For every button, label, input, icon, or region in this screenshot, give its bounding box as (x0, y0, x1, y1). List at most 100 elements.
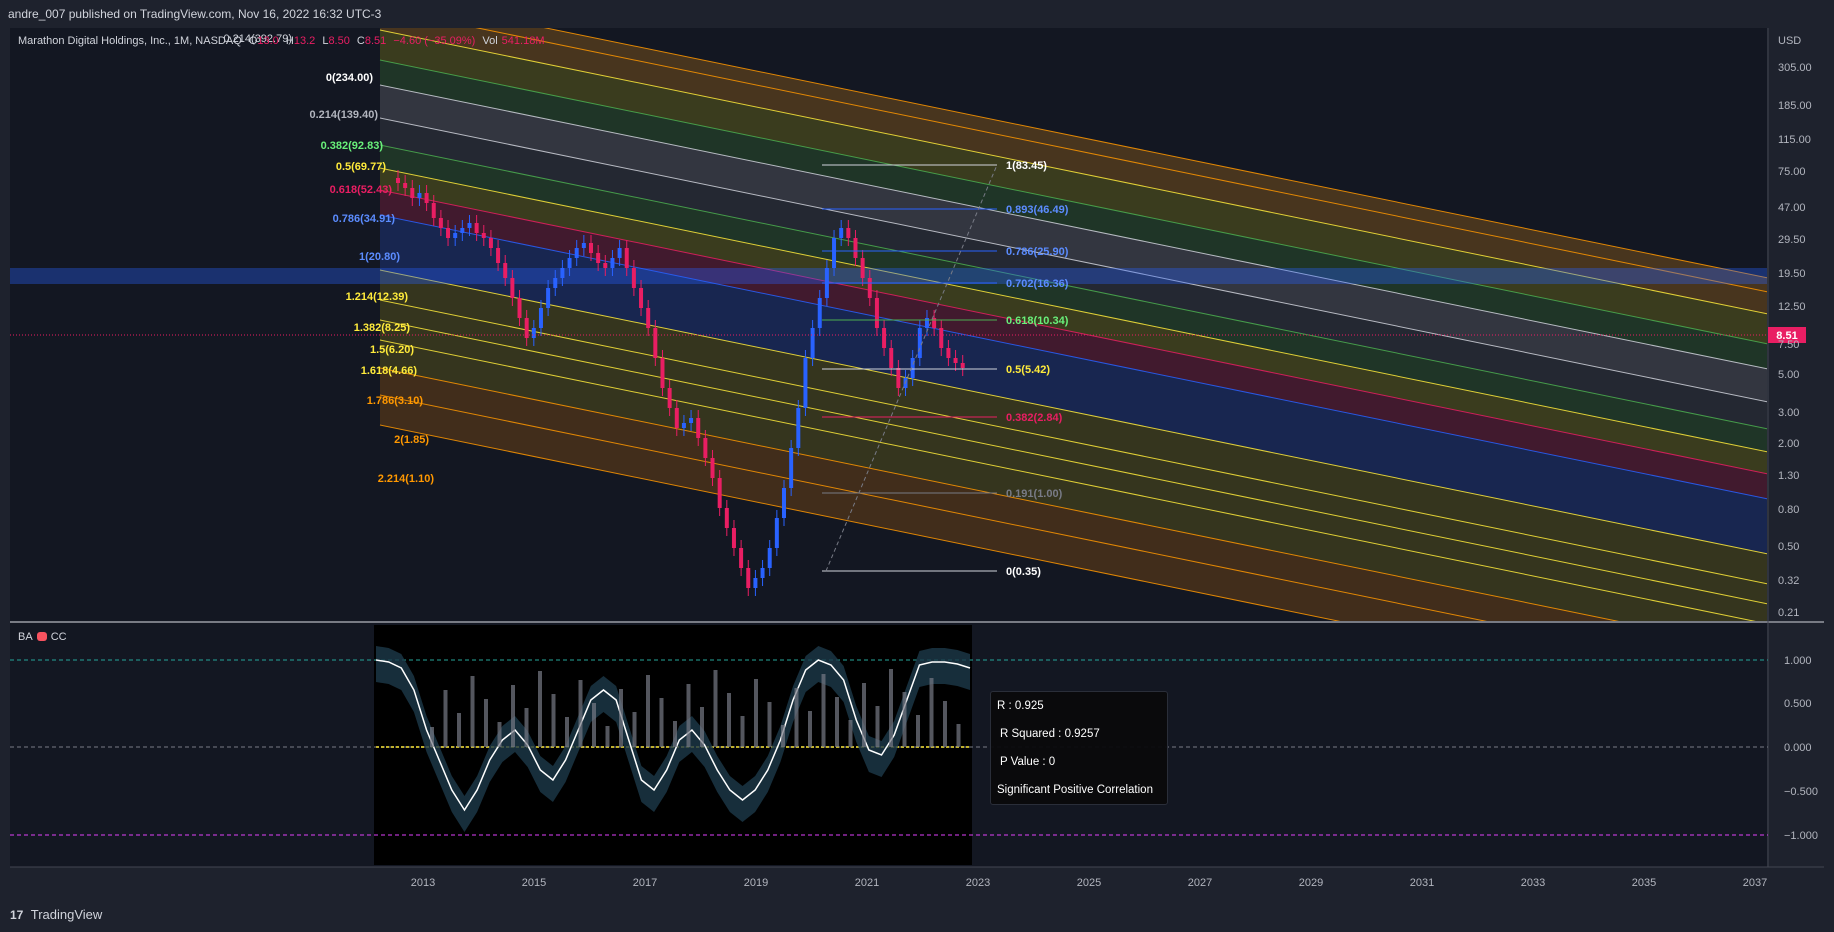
price-tick: 0.50 (1778, 541, 1799, 553)
candle-body (410, 188, 415, 198)
time-tick: 2029 (1299, 877, 1323, 889)
indicator-bar (848, 720, 853, 747)
candle-body (953, 358, 958, 363)
candle-body (946, 348, 951, 358)
candle-body (810, 328, 815, 358)
candle-body (731, 528, 736, 548)
time-tick: 2023 (966, 877, 990, 889)
candle-body (646, 308, 651, 328)
indicator-bar (538, 671, 542, 747)
channel-label: 0.786(34.91) (333, 213, 396, 225)
channel-label: 1.5(6.20) (370, 344, 414, 356)
candle-body (960, 363, 965, 368)
candle-body (896, 368, 901, 388)
candle-body (667, 388, 672, 408)
candle-body (553, 278, 558, 288)
candle-body (839, 228, 844, 238)
candle-body (496, 248, 501, 263)
time-tick: 2037 (1743, 877, 1767, 889)
indicator-name: BA (18, 631, 33, 643)
tradingview-logo: 17 (10, 908, 24, 922)
main-legend: Marathon Digital Holdings, Inc., 1M, NAS… (18, 35, 548, 47)
indicator-bar (767, 702, 772, 747)
time-tick: 2027 (1188, 877, 1212, 889)
indicator-bar (889, 669, 893, 747)
candle-body (674, 408, 679, 428)
candle-body (767, 548, 772, 568)
change-value: −4.60 (−35.09%) (393, 35, 476, 47)
correlation-stats-box: R : 0.925 R Squared : 0.9257 P Value : 0… (990, 691, 1168, 805)
candle-body (689, 418, 694, 423)
indicator-bar (929, 678, 934, 747)
candle-body (774, 518, 779, 548)
price-tick: 1.30 (1778, 470, 1799, 482)
retracement-label: 0.893(46.49) (1006, 204, 1069, 216)
bear-icon (36, 632, 47, 641)
candle-body (724, 508, 729, 528)
indicator-bar (619, 689, 623, 747)
indicator-bar (875, 706, 880, 747)
channel-label: 0.5(69.77) (336, 161, 386, 173)
indicator-bar (956, 724, 961, 747)
candle-body (860, 258, 865, 278)
time-tick: 2021 (855, 877, 879, 889)
candle-body (832, 238, 837, 268)
indicator-bar (673, 721, 677, 747)
candle-body (574, 248, 579, 258)
close-label: C (356, 35, 365, 47)
price-tick: 115.00 (1778, 134, 1811, 146)
candle-body (867, 278, 872, 298)
indicator-bar (754, 679, 758, 747)
currency-label: USD (1778, 35, 1801, 47)
candle-body (853, 238, 858, 258)
retracement-label: 1(83.45) (1006, 160, 1047, 172)
candle-body (939, 328, 944, 348)
indicator-bar (497, 722, 502, 747)
indicator-bar (902, 692, 907, 747)
indicator-bar (430, 727, 434, 747)
price-tick: 0.21 (1778, 607, 1799, 619)
indicator-bar (470, 676, 475, 747)
candle-body (874, 298, 879, 328)
indicator-bar (646, 675, 650, 747)
candle-body (753, 578, 758, 588)
candle-body (503, 263, 508, 278)
time-tick: 2035 (1632, 877, 1656, 889)
retracement-label: 0.382(2.84) (1006, 412, 1063, 424)
price-tick: 47.00 (1778, 202, 1806, 214)
indicator-bar (484, 699, 488, 747)
candle-body (817, 298, 822, 328)
candle-body (403, 183, 408, 188)
vol-label: Vol (482, 35, 498, 47)
brand-name: TradingView (30, 907, 103, 922)
candle-body (846, 228, 851, 238)
channel-label: 1(20.80) (359, 251, 400, 263)
candle-body (746, 568, 751, 588)
time-tick: 2019 (744, 877, 768, 889)
candle-body (889, 348, 894, 368)
vol-value: 541.18M (501, 35, 545, 47)
candle-body (681, 423, 686, 428)
symbol-title: Marathon Digital Holdings, Inc., 1M, NAS… (18, 35, 242, 47)
indicator-bar (659, 698, 664, 747)
indicator-bar (551, 694, 556, 747)
indicator-bar (632, 712, 637, 747)
chart-canvas[interactable]: 1(83.45) 0.893(46.49) 0.786(25.90) 0.702(16… (0, 0, 1834, 898)
indicator-tick: −1.000 (1784, 830, 1818, 842)
indicator-bar (794, 688, 799, 747)
candle-body (460, 228, 465, 233)
indicator-tick: 0.000 (1784, 742, 1812, 754)
candle-body (660, 358, 665, 388)
candle-body (717, 478, 722, 508)
candle-body (803, 358, 808, 408)
price-tick: 3.00 (1778, 407, 1799, 419)
candle-body (589, 243, 593, 253)
candle-body (546, 288, 551, 308)
candle-body (882, 328, 887, 348)
price-tick: 12.50 (1778, 301, 1806, 313)
channel-label: 0.382(92.83) (321, 140, 384, 152)
candle-body (431, 203, 436, 218)
retracement-label: 0.618(10.34) (1006, 315, 1069, 327)
candle-body (531, 328, 536, 338)
candle-body (624, 248, 629, 268)
